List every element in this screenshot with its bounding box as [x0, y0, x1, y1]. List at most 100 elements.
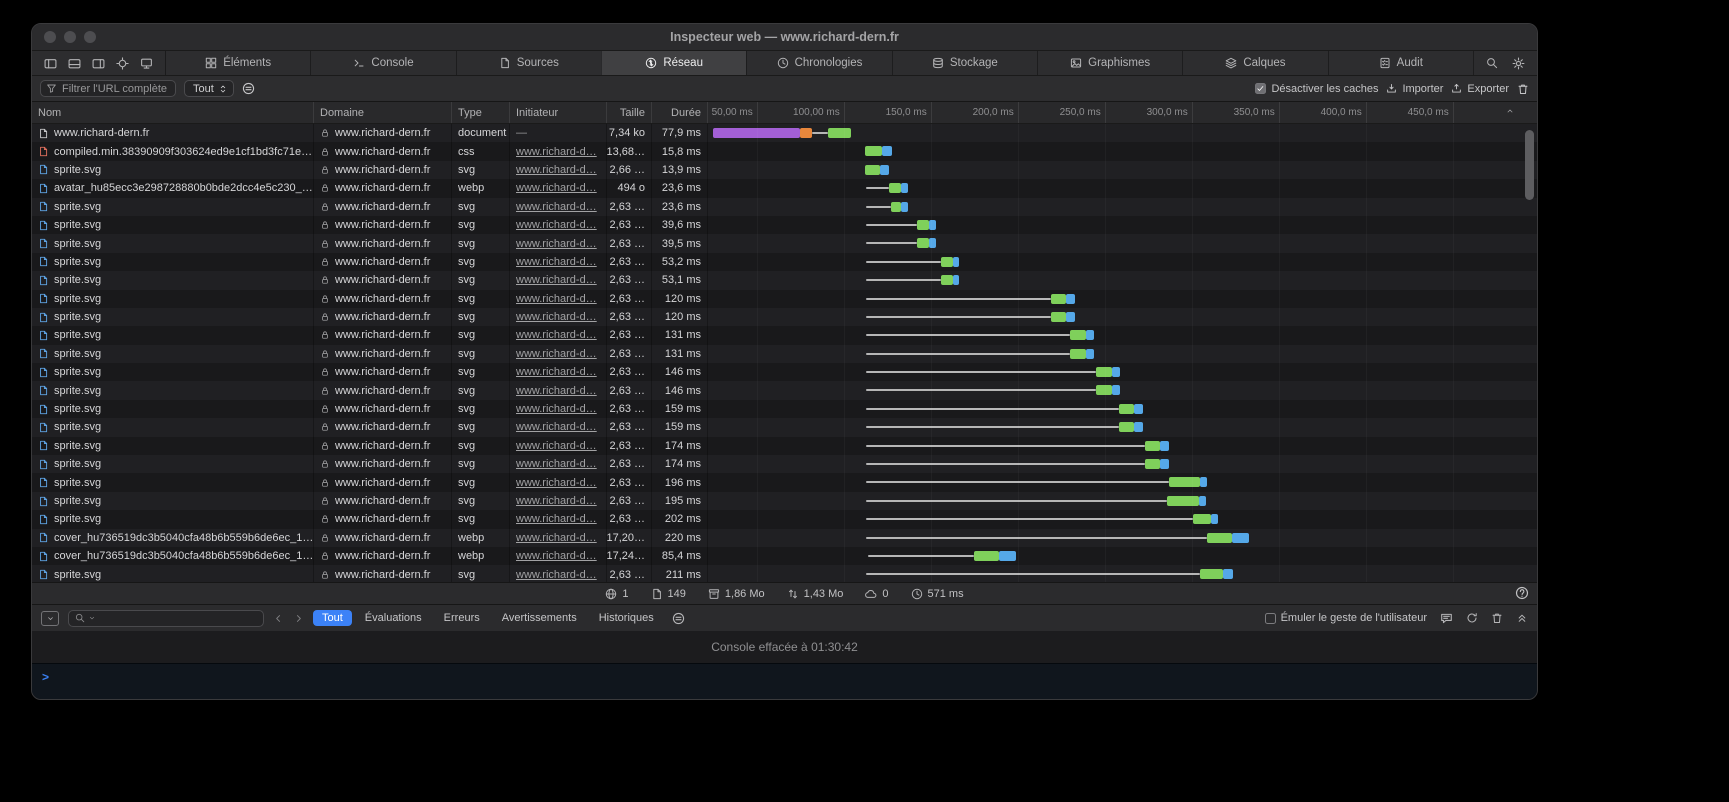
- elements-icon: [205, 57, 217, 69]
- element-picker-icon[interactable]: [116, 57, 129, 70]
- cell-name: sprite.svg: [32, 345, 314, 363]
- table-row[interactable]: sprite.svgwww.richard-dern.frsvgwww.rich…: [32, 473, 1537, 491]
- initiator-link[interactable]: www.richard-d…: [516, 366, 597, 378]
- console-scope-historiques[interactable]: Historiques: [590, 610, 663, 626]
- tab-calques[interactable]: Calques: [1182, 51, 1327, 75]
- table-row[interactable]: sprite.svgwww.richard-dern.frsvgwww.rich…: [32, 253, 1537, 271]
- tab-audit[interactable]: Audit: [1328, 51, 1473, 75]
- table-row[interactable]: sprite.svgwww.richard-dern.frsvgwww.rich…: [32, 492, 1537, 510]
- disable-caches-checkbox[interactable]: Désactiver les caches: [1255, 83, 1378, 95]
- panel-right-icon[interactable]: [92, 57, 105, 70]
- collapse-console-icon[interactable]: [1516, 612, 1528, 624]
- tab-reseau[interactable]: Réseau: [601, 51, 746, 75]
- table-row[interactable]: sprite.svgwww.richard-dern.frsvgwww.rich…: [32, 308, 1537, 326]
- panel-bottom-icon[interactable]: [68, 57, 81, 70]
- initiator-link[interactable]: www.richard-d…: [516, 403, 597, 415]
- initiator-link[interactable]: www.richard-d…: [516, 146, 597, 158]
- initiator-link[interactable]: www.richard-d…: [516, 495, 597, 507]
- initiator-link[interactable]: www.richard-d…: [516, 440, 597, 452]
- console-scope-avertissements[interactable]: Avertissements: [493, 610, 586, 626]
- tab-sources[interactable]: Sources: [456, 51, 601, 75]
- clear-console-trash-icon[interactable]: [1491, 612, 1503, 624]
- initiator-link[interactable]: www.richard-d…: [516, 274, 597, 286]
- console-messages-icon[interactable]: [1440, 612, 1453, 625]
- search-icon[interactable]: [1486, 57, 1498, 69]
- table-row[interactable]: www.richard-dern.frwww.richard-dern.frdo…: [32, 124, 1537, 142]
- column-header-taille[interactable]: Taille: [607, 102, 652, 123]
- table-row[interactable]: sprite.svgwww.richard-dern.frsvgwww.rich…: [32, 418, 1537, 436]
- scroll-to-top-icon[interactable]: [1505, 106, 1515, 116]
- initiator-link[interactable]: www.richard-d…: [516, 256, 597, 268]
- column-header-type[interactable]: Type: [452, 102, 510, 123]
- table-row[interactable]: sprite.svgwww.richard-dern.frsvgwww.rich…: [32, 234, 1537, 252]
- initiator-link[interactable]: www.richard-d…: [516, 182, 597, 194]
- initiator-link[interactable]: www.richard-d…: [516, 311, 597, 323]
- table-row[interactable]: sprite.svgwww.richard-dern.frsvgwww.rich…: [32, 290, 1537, 308]
- back-button[interactable]: [273, 613, 284, 624]
- emulate-user-gesture-checkbox[interactable]: Émuler le geste de l'utilisateur: [1265, 612, 1427, 624]
- initiator-link[interactable]: www.richard-d…: [516, 238, 597, 250]
- table-row[interactable]: sprite.svgwww.richard-dern.frsvgwww.rich…: [32, 271, 1537, 289]
- table-row[interactable]: sprite.svgwww.richard-dern.frsvgwww.rich…: [32, 565, 1537, 582]
- initiator-link[interactable]: www.richard-d…: [516, 532, 597, 544]
- url-filter-input[interactable]: Filtrer l'URL complète: [40, 80, 176, 97]
- table-row[interactable]: sprite.svgwww.richard-dern.frsvgwww.rich…: [32, 216, 1537, 234]
- table-row[interactable]: sprite.svgwww.richard-dern.frsvgwww.rich…: [32, 198, 1537, 216]
- help-icon[interactable]: [1515, 586, 1529, 600]
- preserve-log-icon[interactable]: [1466, 612, 1478, 624]
- tab-graphismes[interactable]: Graphismes: [1037, 51, 1182, 75]
- table-row[interactable]: sprite.svgwww.richard-dern.frsvgwww.rich…: [32, 437, 1537, 455]
- console-scope-erreurs[interactable]: Erreurs: [435, 610, 489, 626]
- tab-chronologies[interactable]: Chronologies: [746, 51, 891, 75]
- tab-console[interactable]: Console: [310, 51, 455, 75]
- tab-stockage[interactable]: Stockage: [892, 51, 1037, 75]
- initiator-link[interactable]: www.richard-d…: [516, 164, 597, 176]
- type-filter-select[interactable]: Tout: [184, 80, 234, 97]
- table-row[interactable]: sprite.svgwww.richard-dern.frsvgwww.rich…: [32, 510, 1537, 528]
- filter-options-icon[interactable]: [242, 82, 255, 95]
- table-row[interactable]: cover_hu736519dc3b5040cfa48b6b559b6de6ec…: [32, 529, 1537, 547]
- initiator-link[interactable]: www.richard-d…: [516, 458, 597, 470]
- table-row[interactable]: sprite.svgwww.richard-dern.frsvgwww.rich…: [32, 326, 1537, 344]
- console-prompt-area[interactable]: >: [32, 663, 1537, 699]
- initiator-link[interactable]: www.richard-d…: [516, 477, 597, 489]
- tab-elements[interactable]: Éléments: [166, 51, 310, 75]
- column-header-nom[interactable]: Nom: [32, 102, 314, 123]
- console-scope-evaluations[interactable]: Évaluations: [356, 610, 431, 626]
- table-row[interactable]: compiled.min.38390909f303624ed9e1cf1bd3f…: [32, 142, 1537, 160]
- initiator-link[interactable]: www.richard-d…: [516, 293, 597, 305]
- initiator-link[interactable]: www.richard-d…: [516, 385, 597, 397]
- initiator-link[interactable]: www.richard-d…: [516, 569, 597, 581]
- console-scope-tout[interactable]: Tout: [313, 610, 352, 626]
- console-search-input[interactable]: [68, 610, 264, 627]
- settings-gear-icon[interactable]: [1512, 57, 1525, 70]
- initiator-link[interactable]: www.richard-d…: [516, 201, 597, 213]
- import-button[interactable]: Importer: [1386, 83, 1443, 95]
- table-row[interactable]: sprite.svgwww.richard-dern.frsvgwww.rich…: [32, 455, 1537, 473]
- responsive-mode-icon[interactable]: [140, 57, 153, 70]
- column-header-domaine[interactable]: Domaine: [314, 102, 452, 123]
- column-header-duree[interactable]: Durée: [652, 102, 708, 123]
- table-row[interactable]: sprite.svgwww.richard-dern.frsvgwww.rich…: [32, 381, 1537, 399]
- table-row[interactable]: cover_hu736519dc3b5040cfa48b6b559b6de6ec…: [32, 547, 1537, 565]
- export-button[interactable]: Exporter: [1451, 83, 1509, 95]
- clear-network-trash-icon[interactable]: [1517, 83, 1529, 95]
- initiator-link[interactable]: www.richard-d…: [516, 421, 597, 433]
- console-options-icon[interactable]: [672, 612, 685, 625]
- panel-left-icon[interactable]: [44, 57, 57, 70]
- initiator-link[interactable]: www.richard-d…: [516, 329, 597, 341]
- table-row[interactable]: sprite.svgwww.richard-dern.frsvgwww.rich…: [32, 363, 1537, 381]
- initiator-link[interactable]: www.richard-d…: [516, 513, 597, 525]
- scrollbar-thumb[interactable]: [1525, 130, 1534, 200]
- initiator-link[interactable]: www.richard-d…: [516, 219, 597, 231]
- initiator-link[interactable]: www.richard-d…: [516, 348, 597, 360]
- console-panel-toggle-icon[interactable]: [41, 611, 59, 626]
- forward-button[interactable]: [293, 613, 304, 624]
- table-row[interactable]: sprite.svgwww.richard-dern.frsvgwww.rich…: [32, 400, 1537, 418]
- table-row[interactable]: sprite.svgwww.richard-dern.frsvgwww.rich…: [32, 345, 1537, 363]
- initiator-link[interactable]: www.richard-d…: [516, 550, 597, 562]
- table-row[interactable]: avatar_hu85ecc3e298728880b0bde2dcc4e5c23…: [32, 179, 1537, 197]
- lock-icon: [320, 257, 330, 267]
- column-header-initiateur[interactable]: Initiateur: [510, 102, 607, 123]
- table-row[interactable]: sprite.svgwww.richard-dern.frsvgwww.rich…: [32, 161, 1537, 179]
